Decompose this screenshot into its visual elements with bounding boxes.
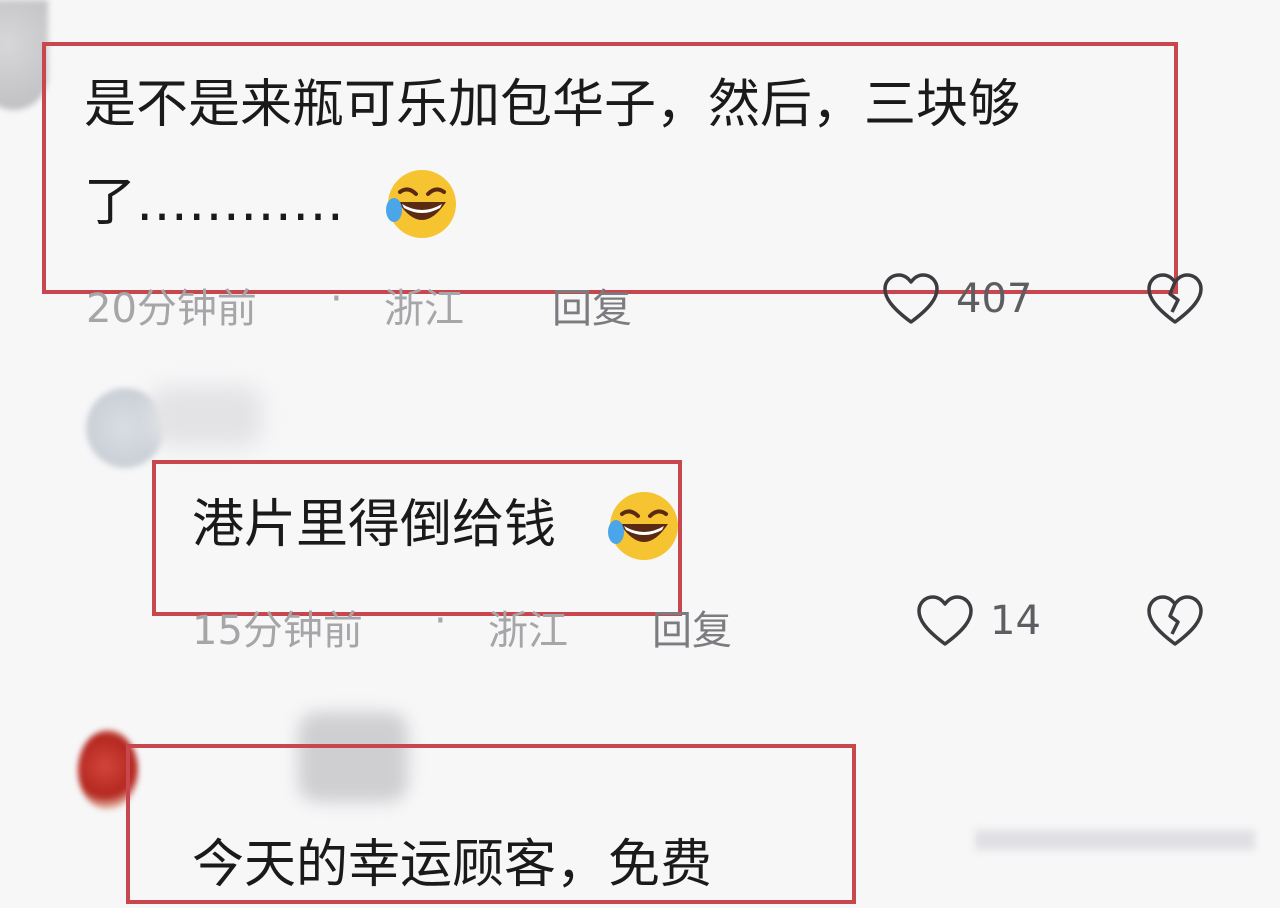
comment-location: 浙江 xyxy=(488,608,568,654)
separator-dot: · xyxy=(330,276,343,322)
reply-button[interactable]: 回复 xyxy=(652,598,732,656)
broken-heart-icon[interactable] xyxy=(1146,594,1204,648)
broken-heart-icon[interactable] xyxy=(1146,272,1204,326)
heart-outline-icon[interactable] xyxy=(916,594,974,648)
comment-location: 浙江 xyxy=(384,286,464,332)
highlight-box xyxy=(42,42,1178,294)
reply-button[interactable]: 回复 xyxy=(552,276,632,334)
comment-text: 今天的幸运顾客，免费 xyxy=(192,835,713,895)
like-count: 407 xyxy=(956,276,1033,322)
comment-time: 20分钟前 xyxy=(86,286,257,332)
avatar[interactable] xyxy=(0,0,48,110)
comment-time: 15分钟前 xyxy=(192,608,363,654)
like-count: 14 xyxy=(990,598,1041,644)
heart-outline-icon[interactable] xyxy=(882,272,940,326)
highlight-box xyxy=(152,460,682,616)
username-blurred[interactable] xyxy=(150,386,262,446)
blurred-area xyxy=(975,830,1255,850)
separator-dot: · xyxy=(434,598,447,644)
